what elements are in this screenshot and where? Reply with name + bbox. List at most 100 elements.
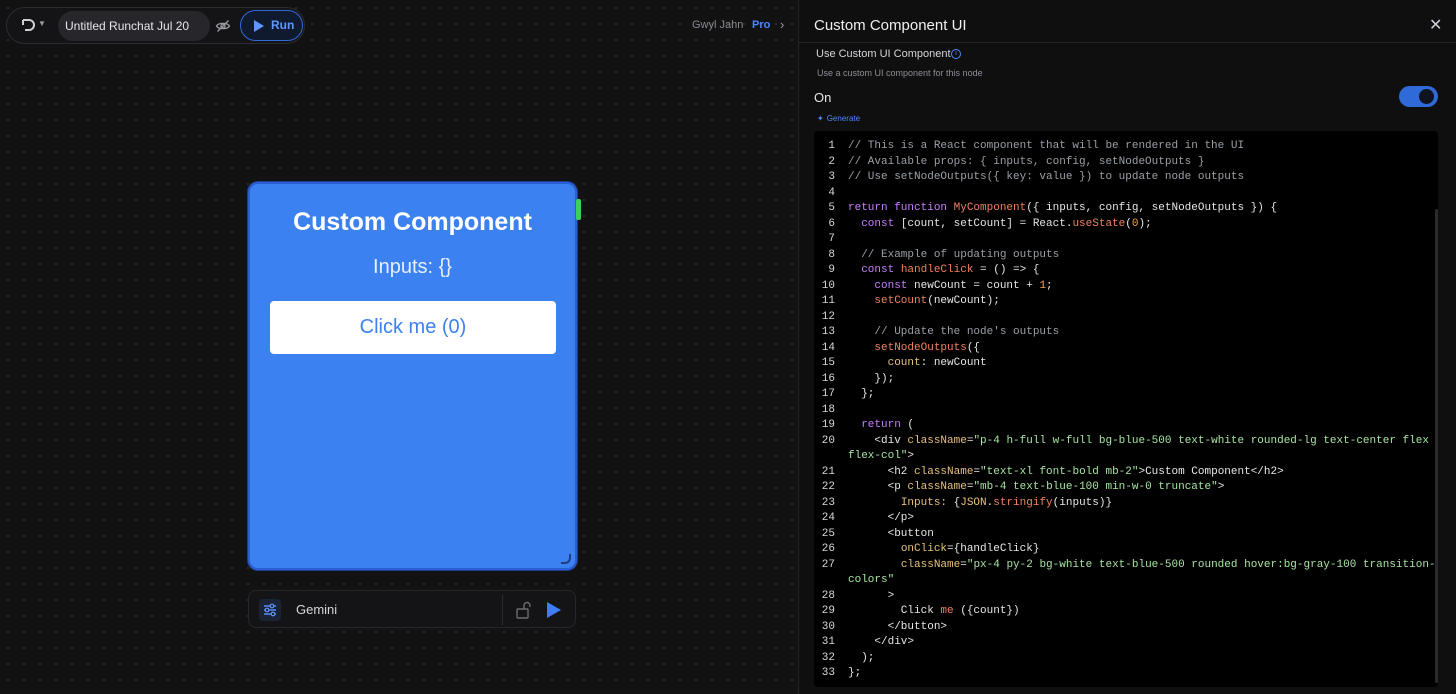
- code-token: "px-4 py-2 bg-white text-blue-500 rounde…: [966, 558, 1436, 571]
- code-text: </p>: [848, 511, 914, 527]
- line-number: 25: [821, 527, 835, 540]
- top-toolbar: ▼ Run: [6, 7, 305, 44]
- model-name[interactable]: Gemini: [296, 602, 337, 617]
- code-text: setCount(newCount);: [848, 294, 999, 310]
- code-text: // Use setNodeOutputs({ key: value }) to…: [848, 170, 1244, 186]
- line-number: 13: [821, 326, 835, 338]
- code-line: 30 </button>: [814, 620, 1438, 636]
- code-token: setNodeOutputs: [874, 341, 967, 354]
- info-icon[interactable]: i: [951, 49, 961, 59]
- line-number: 24: [821, 512, 835, 524]
- code-token: >Custom Component</h2>: [1138, 465, 1284, 478]
- workflow-canvas[interactable]: ▼ Run Gwyl Jahn Pro › Custom Component I…: [0, 0, 798, 694]
- code-text: onClick={handleClick}: [848, 542, 1040, 558]
- code-token: >: [907, 450, 915, 462]
- code-token: (inputs)}: [1052, 496, 1113, 509]
- use-custom-ui-label: Use Custom UI Component: [816, 48, 951, 60]
- code-token: : newCount: [920, 357, 987, 369]
- node-footer-bar: Gemini: [248, 590, 576, 628]
- custom-ui-toggle[interactable]: [1399, 86, 1438, 107]
- plan-badge: Pro: [752, 19, 771, 31]
- code-text: // Available props: { inputs, config, se…: [848, 155, 1204, 171]
- resize-handle-icon[interactable]: [561, 554, 571, 564]
- code-token: <div: [848, 434, 908, 447]
- code-line: 2 // Available props: { inputs, config, s…: [814, 155, 1438, 171]
- close-icon[interactable]: ✕: [1429, 15, 1442, 35]
- custom-component-panel: Custom Component UI ✕ Use Custom UI Comp…: [798, 0, 1456, 694]
- code-line: 11 setCount(newCount);: [814, 294, 1438, 310]
- code-token: (: [1125, 217, 1132, 230]
- line-number: 26: [821, 543, 835, 555]
- code-token: const: [848, 217, 901, 230]
- footer-divider: [502, 595, 503, 625]
- code-token: };: [848, 667, 862, 679]
- sliders-icon[interactable]: [259, 599, 281, 621]
- code-text: >: [848, 589, 895, 605]
- code-line: 9 const handleClick = () => {: [814, 263, 1438, 279]
- user-name[interactable]: Gwyl Jahn: [692, 19, 743, 31]
- code-line: 10 const newCount = count + 1;: [814, 279, 1438, 295]
- unlock-icon[interactable]: [514, 600, 534, 620]
- code-token: return function: [848, 202, 954, 214]
- node-component-title: Custom Component: [293, 208, 532, 236]
- code-line: 15 count: newCount: [814, 356, 1438, 372]
- click-me-button[interactable]: Click me (0): [270, 301, 556, 354]
- line-number: 20: [821, 434, 835, 447]
- code-token: stringify: [993, 496, 1053, 509]
- code-token: "text-xl font-bold mb-2": [980, 465, 1139, 478]
- code-line: 32 );: [814, 651, 1438, 667]
- code-line: 8 // Example of updating outputs: [814, 248, 1438, 264]
- code-text: setNodeOutputs({: [848, 341, 980, 357]
- code-token: <h2: [848, 465, 915, 478]
- code-token: // Example of updating outputs: [848, 248, 1060, 261]
- code-text: count: newCount: [848, 356, 987, 372]
- code-token: // This is a React component that will b…: [848, 140, 1245, 152]
- line-number: 33: [821, 667, 835, 679]
- chevron-right-icon[interactable]: ›: [780, 17, 784, 32]
- code-token: handleClick: [900, 264, 974, 276]
- code-scrollbar[interactable]: [1435, 209, 1438, 683]
- code-editor[interactable]: 1 // This is a React component that will …: [814, 131, 1438, 687]
- line-number: 23: [821, 496, 835, 509]
- custom-component-node[interactable]: Custom Component Inputs: {} Click me (0): [248, 182, 577, 570]
- code-line: 31 </div>: [814, 635, 1438, 651]
- sparkle-icon: ✦: [817, 114, 824, 123]
- code-token: ({: [966, 341, 981, 354]
- line-number: 3: [828, 171, 835, 183]
- code-line: 3 // Use setNodeOutputs({ key: value }) t…: [814, 170, 1438, 186]
- code-token: );: [848, 651, 875, 664]
- workflow-title-input[interactable]: [58, 11, 210, 41]
- generate-label: Generate: [826, 114, 861, 123]
- generate-button[interactable]: ✦ Generate: [817, 114, 860, 123]
- run-node-play-icon[interactable]: [547, 602, 561, 618]
- code-token: >: [848, 589, 895, 602]
- code-token: onClick: [900, 543, 948, 555]
- code-token: >: [1217, 481, 1225, 493]
- line-number: 10: [821, 279, 835, 292]
- code-token: setCount: [874, 295, 928, 307]
- code-token: newCount = count +: [914, 279, 1040, 292]
- code-text: };: [848, 666, 861, 682]
- line-number: 9: [828, 264, 835, 276]
- run-button[interactable]: Run: [240, 10, 303, 41]
- code-text: return (: [848, 418, 914, 434]
- code-text: });: [848, 372, 894, 388]
- code-token: count: [887, 357, 921, 369]
- node-output-handle[interactable]: [576, 199, 581, 220]
- line-number: 29: [821, 605, 835, 617]
- code-token: MyComponent: [953, 202, 1027, 214]
- code-token: </button>: [848, 620, 948, 633]
- code-text: );: [848, 651, 874, 667]
- code-text: </button>: [848, 620, 947, 636]
- code-text: <h2 className="text-xl font-bold mb-2">C…: [848, 465, 1284, 481]
- hide-visibility-button[interactable]: [215, 18, 231, 34]
- line-number: 5: [828, 202, 835, 214]
- line-number: 27: [821, 558, 835, 571]
- code-line: colors": [814, 573, 1438, 589]
- code-token: className: [914, 465, 974, 478]
- code-line: 4: [814, 186, 1438, 202]
- app-menu-button[interactable]: ▼: [21, 17, 49, 35]
- line-number: 18: [821, 403, 835, 416]
- toggle-state-label: On: [814, 90, 832, 105]
